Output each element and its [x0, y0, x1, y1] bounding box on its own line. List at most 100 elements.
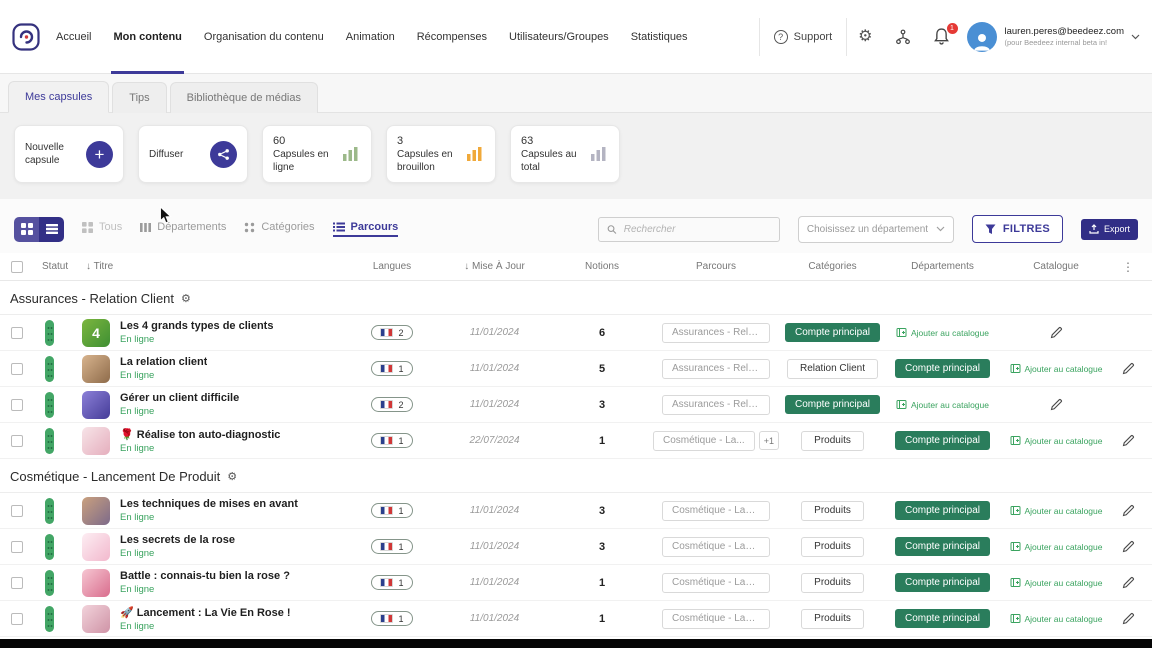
notions-count: 1	[552, 435, 652, 447]
tab-mes-capsules[interactable]: Mes capsules	[8, 81, 109, 113]
status-drag-handle[interactable]	[45, 428, 54, 454]
status-drag-handle[interactable]	[45, 392, 54, 418]
nav-item-recompenses[interactable]: Récompenses	[417, 0, 487, 74]
capsules-en-ligne-card[interactable]: 60 Capsules en ligne	[262, 125, 372, 183]
langues-badge: 1	[371, 503, 412, 518]
add-to-catalogue-link[interactable]: Ajouter au catalogue	[896, 399, 989, 410]
capsule-title[interactable]: 🌹 Réalise ton auto-diagnostic	[120, 428, 280, 441]
notifications-button[interactable]: 1	[922, 27, 961, 46]
pencil-icon	[1050, 326, 1063, 339]
add-to-catalogue-link[interactable]: Ajouter au catalogue	[1010, 435, 1103, 446]
tab-bibliotheque-medias[interactable]: Bibliothèque de médias	[170, 82, 318, 113]
row-checkbox[interactable]	[11, 577, 23, 589]
edit-capsule-button[interactable]	[1122, 576, 1135, 589]
export-button[interactable]: Export	[1081, 219, 1138, 240]
select-all-checkbox[interactable]	[11, 261, 23, 273]
capsule-title[interactable]: La relation client	[120, 356, 207, 368]
capsule-title[interactable]: Les secrets de la rose	[120, 534, 235, 546]
flag-icon	[380, 400, 393, 409]
flag-icon	[380, 364, 393, 373]
beedeez-logo[interactable]	[12, 23, 40, 51]
plus-icon[interactable]: +	[86, 141, 113, 168]
capsule-title[interactable]: Les techniques de mises en avant	[120, 498, 298, 510]
status-drag-handle[interactable]	[45, 356, 54, 382]
status-drag-handle[interactable]	[45, 606, 54, 632]
settings-gear-button[interactable]: ⚙	[846, 18, 883, 56]
column-header: Notions	[552, 261, 652, 272]
filter-categories[interactable]: Catégories	[244, 221, 314, 237]
categorie-chip: Produits	[801, 431, 864, 451]
edit-capsule-button[interactable]	[1122, 362, 1135, 375]
filter-parcours-label: Parcours	[351, 221, 399, 233]
capsule-title[interactable]: Les 4 grands types de clients	[120, 320, 273, 332]
add-to-catalogue-link[interactable]: Ajouter au catalogue	[1010, 363, 1103, 374]
capsule-title[interactable]: 🚀 Lancement : La Vie En Rose !	[120, 606, 291, 619]
edit-capsule-button[interactable]	[1122, 540, 1135, 553]
status-drag-handle[interactable]	[45, 320, 54, 346]
nav-item-utilisateurs[interactable]: Utilisateurs/Groupes	[509, 0, 609, 74]
user-avatar[interactable]	[967, 22, 997, 52]
status-drag-handle[interactable]	[45, 534, 54, 560]
list-view-button[interactable]	[39, 217, 64, 242]
grid-view-button[interactable]	[14, 217, 39, 242]
langues-badge: 2	[371, 325, 412, 340]
status-drag-handle[interactable]	[45, 570, 54, 596]
row-checkbox[interactable]	[11, 399, 23, 411]
nav-item-accueil[interactable]: Accueil	[56, 0, 91, 74]
capsules-en-ligne-label: Capsules en ligne	[273, 148, 341, 174]
edit-capsule-button[interactable]	[1122, 504, 1135, 517]
add-to-catalogue-link[interactable]: Ajouter au catalogue	[896, 327, 989, 338]
grid-small-icon	[82, 222, 93, 233]
filter-parcours[interactable]: Parcours	[333, 221, 399, 237]
add-to-catalogue-link[interactable]: Ajouter au catalogue	[1010, 613, 1103, 624]
department-select[interactable]: Choisissez un département	[798, 216, 954, 243]
status-drag-handle[interactable]	[45, 498, 54, 524]
nav-item-organisation[interactable]: Organisation du contenu	[204, 0, 324, 74]
add-to-catalogue-link[interactable]: Ajouter au catalogue	[1010, 541, 1103, 552]
edit-capsule-button[interactable]	[1122, 612, 1135, 625]
filter-tous[interactable]: Tous	[82, 221, 122, 237]
column-header[interactable]: ↓ Mise À Jour	[437, 261, 552, 272]
edit-capsule-button[interactable]	[1050, 326, 1063, 339]
table-row: Battle : connais-tu bien la rose ? En li…	[0, 565, 1152, 601]
capsule-title[interactable]: Gérer un client difficile	[120, 392, 239, 404]
column-menu-icon[interactable]: ⋮	[1112, 260, 1144, 274]
row-checkbox[interactable]	[11, 505, 23, 517]
flag-icon	[380, 614, 393, 623]
capsules-total-card[interactable]: 63 Capsules au total	[510, 125, 620, 183]
search-input[interactable]	[624, 224, 771, 235]
nav-item-animation[interactable]: Animation	[346, 0, 395, 74]
edit-capsule-button[interactable]	[1122, 434, 1135, 447]
tab-tips[interactable]: Tips	[112, 82, 166, 113]
row-checkbox[interactable]	[11, 541, 23, 553]
notions-count: 3	[552, 505, 652, 517]
diffuser-card[interactable]: Diffuser	[138, 125, 248, 183]
group-settings-icon[interactable]: ⚙	[181, 292, 191, 305]
capsules-brouillon-card[interactable]: 3 Capsules en brouillon	[386, 125, 496, 183]
group-settings-icon[interactable]: ⚙	[227, 470, 237, 483]
edit-capsule-button[interactable]	[1050, 398, 1063, 411]
flag-icon	[380, 436, 393, 445]
row-checkbox[interactable]	[11, 327, 23, 339]
capsule-title[interactable]: Battle : connais-tu bien la rose ?	[120, 570, 290, 582]
integrations-button[interactable]	[884, 29, 922, 45]
share-icon[interactable]	[210, 141, 237, 168]
add-to-catalogue-link[interactable]: Ajouter au catalogue	[1010, 505, 1103, 516]
support-button[interactable]: ? Support	[759, 18, 847, 56]
add-to-catalogue-link[interactable]: Ajouter au catalogue	[1010, 577, 1103, 588]
export-label: Export	[1104, 224, 1130, 234]
nav-item-mon-contenu[interactable]: Mon contenu	[113, 0, 181, 74]
row-checkbox[interactable]	[11, 613, 23, 625]
row-checkbox[interactable]	[11, 435, 23, 447]
new-capsule-card[interactable]: Nouvelle capsule +	[14, 125, 124, 183]
departement-badge: Compte principal	[785, 323, 880, 342]
list-icon	[46, 223, 58, 235]
nav-item-statistiques[interactable]: Statistiques	[631, 0, 688, 74]
row-checkbox[interactable]	[11, 363, 23, 375]
filter-departements[interactable]: Départements	[140, 221, 226, 237]
column-header[interactable]: ↓ Titre	[82, 261, 347, 272]
user-menu[interactable]: lauren.peres@beedeez.com (pour Beedeez i…	[1005, 26, 1125, 47]
capsule-status: En ligne	[120, 512, 298, 523]
filtres-button[interactable]: FILTRES	[972, 215, 1063, 243]
user-menu-caret[interactable]	[1131, 34, 1140, 40]
